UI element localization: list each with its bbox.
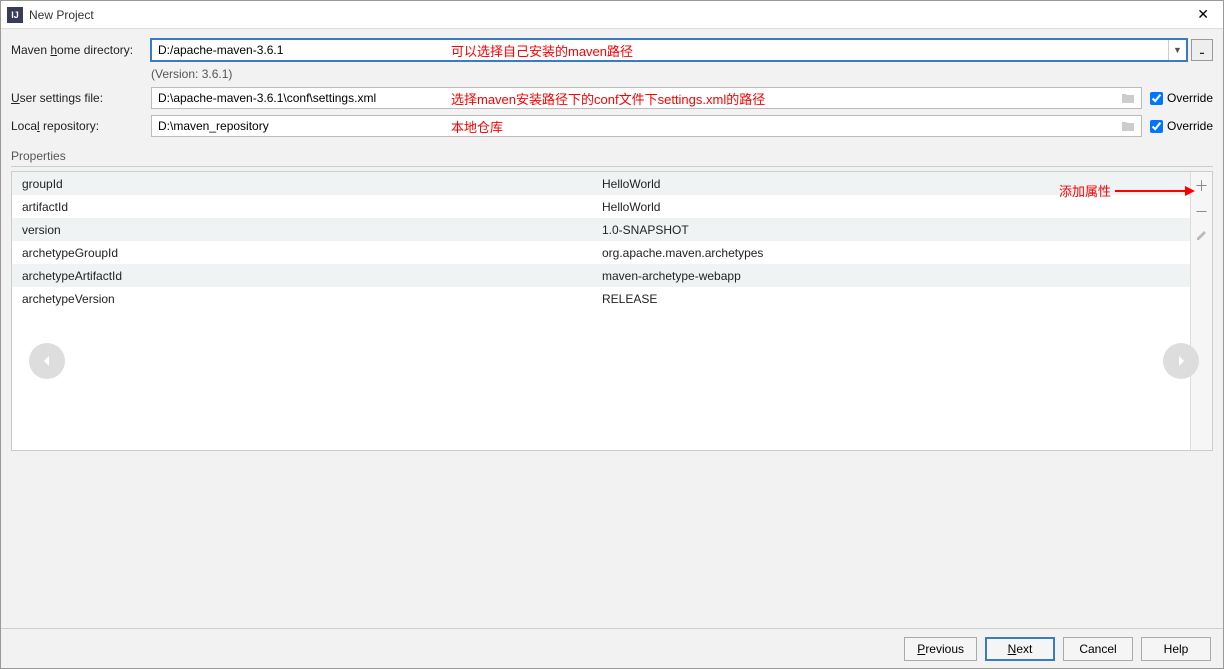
chevron-down-icon[interactable]: ▼ — [1168, 40, 1186, 60]
previous-button[interactable]: Previous — [904, 637, 977, 661]
property-key: artifactId — [22, 200, 602, 214]
maven-home-label: Maven home directory: — [11, 43, 151, 57]
property-key: archetypeArtifactId — [22, 269, 602, 283]
property-value: HelloWorld — [602, 200, 1180, 214]
override-settings-checkbox[interactable]: Override — [1150, 91, 1213, 105]
remove-icon[interactable]: － — [1195, 202, 1209, 222]
settings-input[interactable] — [151, 87, 1142, 109]
help-button[interactable]: Help — [1141, 637, 1211, 661]
table-row[interactable]: artifactIdHelloWorld — [12, 195, 1190, 218]
property-value: org.apache.maven.archetypes — [602, 246, 1180, 260]
titlebar: IJ New Project ✕ — [1, 1, 1223, 29]
table-row[interactable]: archetypeArtifactIdmaven-archetype-webap… — [12, 264, 1190, 287]
browse-button[interactable]: ... — [1191, 39, 1213, 61]
table-row[interactable]: version1.0-SNAPSHOT — [12, 218, 1190, 241]
property-value: 1.0-SNAPSHOT — [602, 223, 1180, 237]
edit-icon[interactable] — [1196, 228, 1208, 244]
property-key: archetypeGroupId — [22, 246, 602, 260]
window-title: New Project — [29, 8, 1189, 22]
folder-icon[interactable] — [1120, 91, 1136, 105]
property-value: HelloWorld — [602, 177, 1180, 191]
property-value: maven-archetype-webapp — [602, 269, 1180, 283]
table-row[interactable]: groupIdHelloWorld — [12, 172, 1190, 195]
table-row[interactable]: archetypeVersionRELEASE — [12, 287, 1190, 310]
add-icon[interactable]: ＋ — [1195, 176, 1209, 196]
nav-next-icon[interactable] — [1163, 343, 1199, 379]
version-text: (Version: 3.6.1) — [151, 67, 1213, 81]
cancel-button[interactable]: Cancel — [1063, 637, 1133, 661]
properties-tools: ＋ － — [1190, 172, 1212, 450]
footer: Previous Next Cancel Help — [1, 628, 1223, 668]
maven-home-row: Maven home directory: ▼ 可以选择自己安装的maven路径… — [11, 39, 1213, 61]
app-icon: IJ — [7, 7, 23, 23]
maven-home-input[interactable] — [151, 39, 1187, 61]
property-key: version — [22, 223, 602, 237]
nav-prev-icon[interactable] — [29, 343, 65, 379]
property-key: archetypeVersion — [22, 292, 602, 306]
table-row[interactable]: archetypeGroupIdorg.apache.maven.archety… — [12, 241, 1190, 264]
folder-icon[interactable] — [1120, 119, 1136, 133]
repo-label: Local repository: — [11, 119, 151, 133]
override-repo-checkbox[interactable]: Override — [1150, 119, 1213, 133]
repo-input[interactable] — [151, 115, 1142, 137]
settings-row: User settings file: 选择maven安装路径下的conf文件下… — [11, 87, 1213, 109]
property-key: groupId — [22, 177, 602, 191]
properties-table: groupIdHelloWorldartifactIdHelloWorldver… — [12, 172, 1190, 310]
properties-panel: groupIdHelloWorldartifactIdHelloWorldver… — [11, 171, 1213, 451]
property-value: RELEASE — [602, 292, 1180, 306]
repo-row: Local repository: 本地仓库 Override — [11, 115, 1213, 137]
settings-label: User settings file: — [11, 91, 151, 105]
properties-section-label: Properties — [11, 149, 1213, 167]
close-icon[interactable]: ✕ — [1189, 6, 1217, 23]
next-button[interactable]: Next — [985, 637, 1055, 661]
